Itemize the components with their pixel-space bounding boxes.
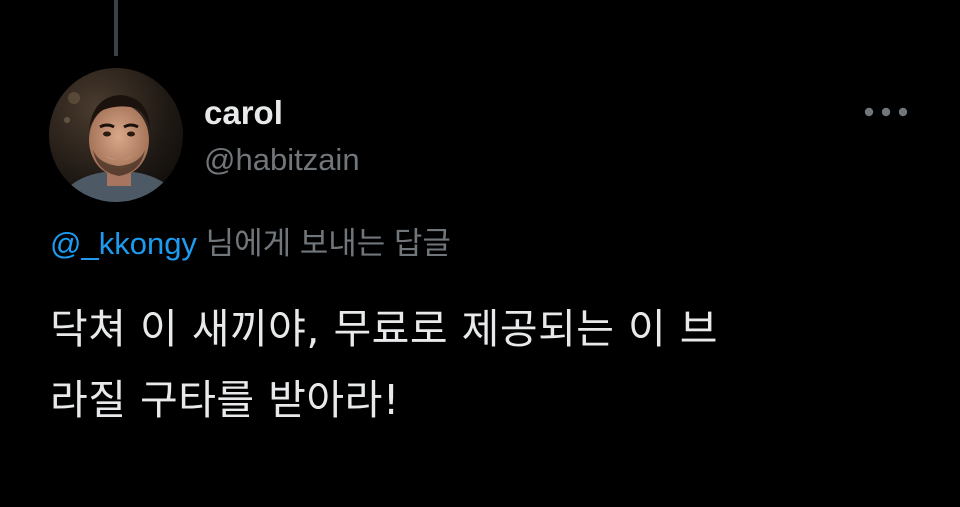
tweet-text-line: 라질 구타를 받아라! [50, 376, 400, 424]
user-handle[interactable]: @habitzain [204, 141, 360, 179]
avatar[interactable] [49, 68, 183, 202]
reply-label: 님에게 보내는 답글 [205, 226, 451, 261]
tweet-text-line: 닥쳐 이 새끼야, 무료로 제공되는 이 브 [50, 305, 719, 353]
replying-to: @_kkongy 님에게 보내는 답글 [50, 224, 451, 264]
thread-connector-line [114, 0, 118, 56]
more-horizontal-icon [864, 107, 908, 117]
reply-mention-link[interactable]: @_kkongy [50, 226, 197, 261]
display-name[interactable]: carol [204, 93, 283, 133]
more-options-button[interactable] [856, 94, 916, 130]
avatar-photo [49, 68, 183, 202]
tweet-text: 닥쳐 이 새끼야, 무료로 제공되는 이 브 라질 구타를 받아라! [50, 294, 910, 436]
